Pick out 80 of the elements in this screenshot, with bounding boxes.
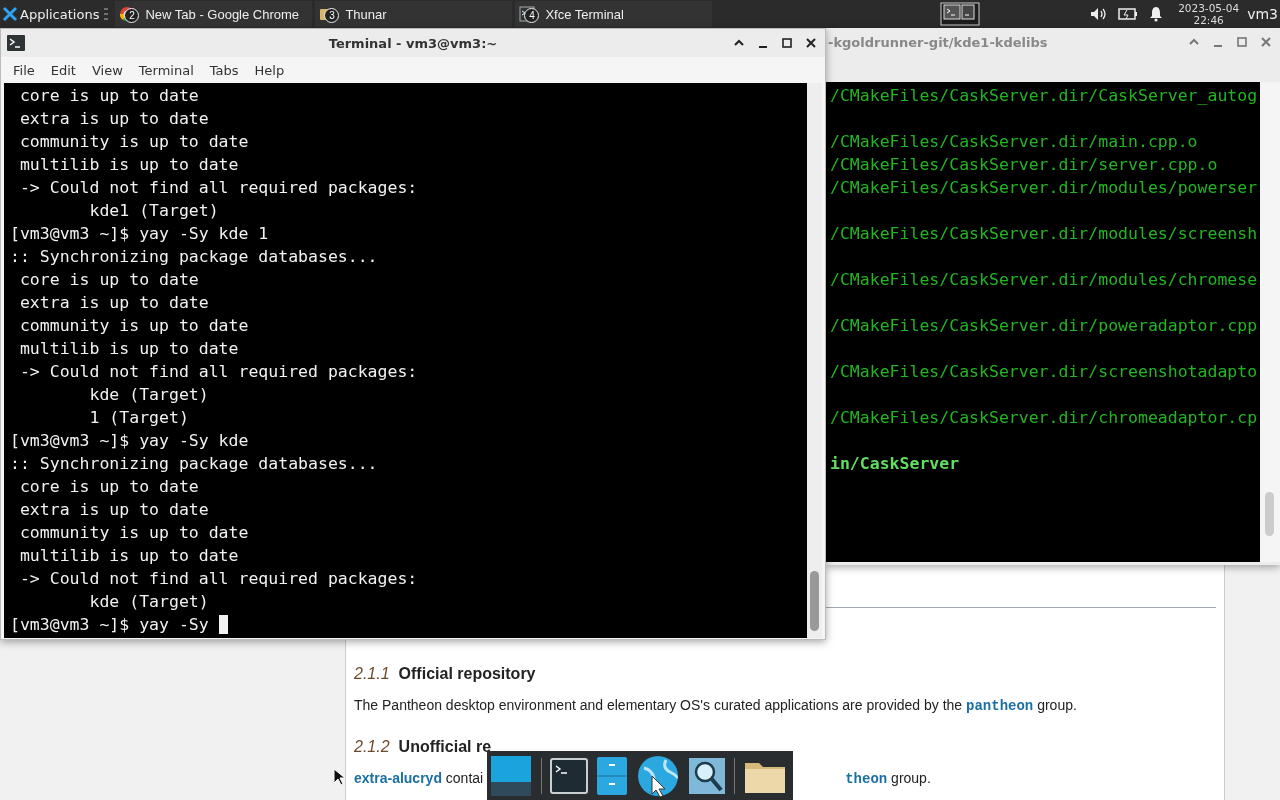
terminal-icon[interactable] [550, 757, 588, 794]
terminal-line: /CMakeFiles/CaskServer.dir/modules/screensh [829, 223, 1259, 245]
close-icon[interactable] [805, 37, 817, 49]
paragraph: The Pantheon desktop environment and elementary OS's curated applications are provided by the pantheon group. [354, 696, 1077, 715]
terminal-line: extra is up to date [18, 499, 209, 521]
taskbar-button[interactable]: 2 New Tab - Google Chrome [115, 1, 313, 27]
globe-icon[interactable] [636, 753, 680, 798]
terminal-line: 1 (Target) [88, 407, 189, 429]
workspace-icon [940, 2, 981, 26]
scrollbar-thumb[interactable] [810, 571, 819, 631]
terminal-line: [vm3@vm3 ~]$ yay -Sy kde 1 [10, 223, 269, 245]
user-name[interactable]: vm3 [1247, 6, 1278, 22]
package-link[interactable]: extra-alucryd [354, 770, 442, 786]
search-icon[interactable] [688, 756, 726, 795]
terminal-line: -> Could not find all required packages: [18, 568, 418, 590]
taskbar-button[interactable]: 4 Xfce Terminal [515, 1, 713, 27]
terminal-line: /CMakeFiles/CaskServer.dir/modules/chromese [829, 269, 1259, 291]
terminal-line: [vm3@vm3 ~]$ yay -Sy kde [10, 430, 249, 452]
section-number: 2.1.1 [354, 664, 390, 684]
terminal-line: :: Synchronizing package databases... [10, 453, 378, 475]
terminal-line: -> Could not find all required packages: [18, 177, 418, 199]
section-number: 2.1.2 [354, 737, 390, 757]
menu-item[interactable]: File [5, 62, 43, 78]
workspace-pager[interactable] [940, 2, 981, 26]
terminal-line: /CMakeFiles/CaskServer.dir/main.cpp.o [829, 131, 1199, 153]
menu-item[interactable]: Terminal [130, 62, 202, 78]
terminal-icon [6, 34, 26, 52]
menu-item[interactable]: View [83, 62, 131, 78]
section-heading: Official repository [398, 664, 536, 684]
maximize-icon[interactable] [781, 37, 793, 49]
xfce-icon [2, 6, 18, 22]
menu-item[interactable]: Help [246, 62, 293, 78]
terminal-line: /CMakeFiles/CaskServer.dir/screenshotadapto [829, 361, 1259, 383]
terminal-line: community is up to date [18, 131, 249, 153]
package-link[interactable]: pantheon [966, 698, 1034, 714]
terminal-line: extra is up to date [18, 292, 209, 314]
terminal-line: community is up to date [18, 522, 249, 544]
menu-item[interactable]: Edit [42, 62, 84, 78]
applications-menu[interactable]: Applications [0, 0, 102, 28]
terminal-line: /CMakeFiles/CaskServer.dir/server.cpp.o [829, 154, 1219, 176]
terminal-line: /CMakeFiles/CaskServer.dir/CaskServer_autog [829, 85, 1259, 107]
volume-icon[interactable] [1090, 6, 1109, 22]
terminal-line: multilib is up to date [18, 338, 239, 360]
terminal-line: kde (Target) [88, 384, 209, 406]
terminal-line: [vm3@vm3 ~]$ yay -Sy [10, 614, 209, 636]
terminal-line: core is up to date [18, 269, 199, 291]
file-cabinet-icon[interactable] [596, 755, 628, 796]
clock-date: 2023-05-04 [1178, 2, 1240, 14]
notification-bell-icon[interactable] [1148, 6, 1165, 22]
package-link[interactable]: theon [845, 771, 888, 787]
battery-icon[interactable] [1118, 7, 1139, 21]
terminal-line: /CMakeFiles/CaskServer.dir/poweradaptor.cpp [829, 315, 1259, 337]
terminal-line: core is up to date [18, 85, 199, 107]
terminal-line: kde (Target) [88, 591, 209, 613]
handle-icon [103, 7, 110, 21]
terminal-line: /CMakeFiles/CaskServer.dir/modules/powerser [829, 177, 1259, 199]
window-title: Terminal - vm3@vm3:~ [328, 35, 498, 51]
terminal-line: -> Could not find all required packages: [18, 361, 418, 383]
paragraph: theon group. [845, 769, 931, 788]
terminal-line: community is up to date [18, 315, 249, 337]
window-title: -kgoldrunner-git/kde1-kdelibs [828, 34, 1048, 50]
terminal-line: core is up to date [18, 476, 199, 498]
terminal-line: multilib is up to date [18, 545, 239, 567]
desktop-icon[interactable] [489, 753, 533, 798]
task-number: 2 [124, 8, 140, 23]
task-number: 4 [524, 8, 540, 23]
terminal-line: in/CaskServer [829, 453, 961, 475]
terminal-line: /CMakeFiles/CaskServer.dir/chromeadaptor.cp [829, 407, 1259, 429]
clock[interactable]: 2023-05-04 22:46 [1178, 2, 1240, 26]
scrollbar-thumb[interactable] [1265, 492, 1274, 536]
clock-time: 22:46 [1193, 14, 1224, 26]
terminal-line: extra is up to date [18, 108, 209, 130]
section-heading: Unofficial re [398, 737, 492, 757]
task-number: 3 [324, 8, 340, 23]
menu-item[interactable]: Tabs [201, 62, 247, 78]
taskbar-button[interactable]: 3 Thunar [315, 1, 513, 27]
terminal-line: :: Synchronizing package databases... [10, 246, 378, 268]
terminal-line: multilib is up to date [18, 154, 239, 176]
terminal-line: kde1 (Target) [88, 200, 219, 222]
paragraph: extra-alucryd contai [354, 769, 484, 788]
